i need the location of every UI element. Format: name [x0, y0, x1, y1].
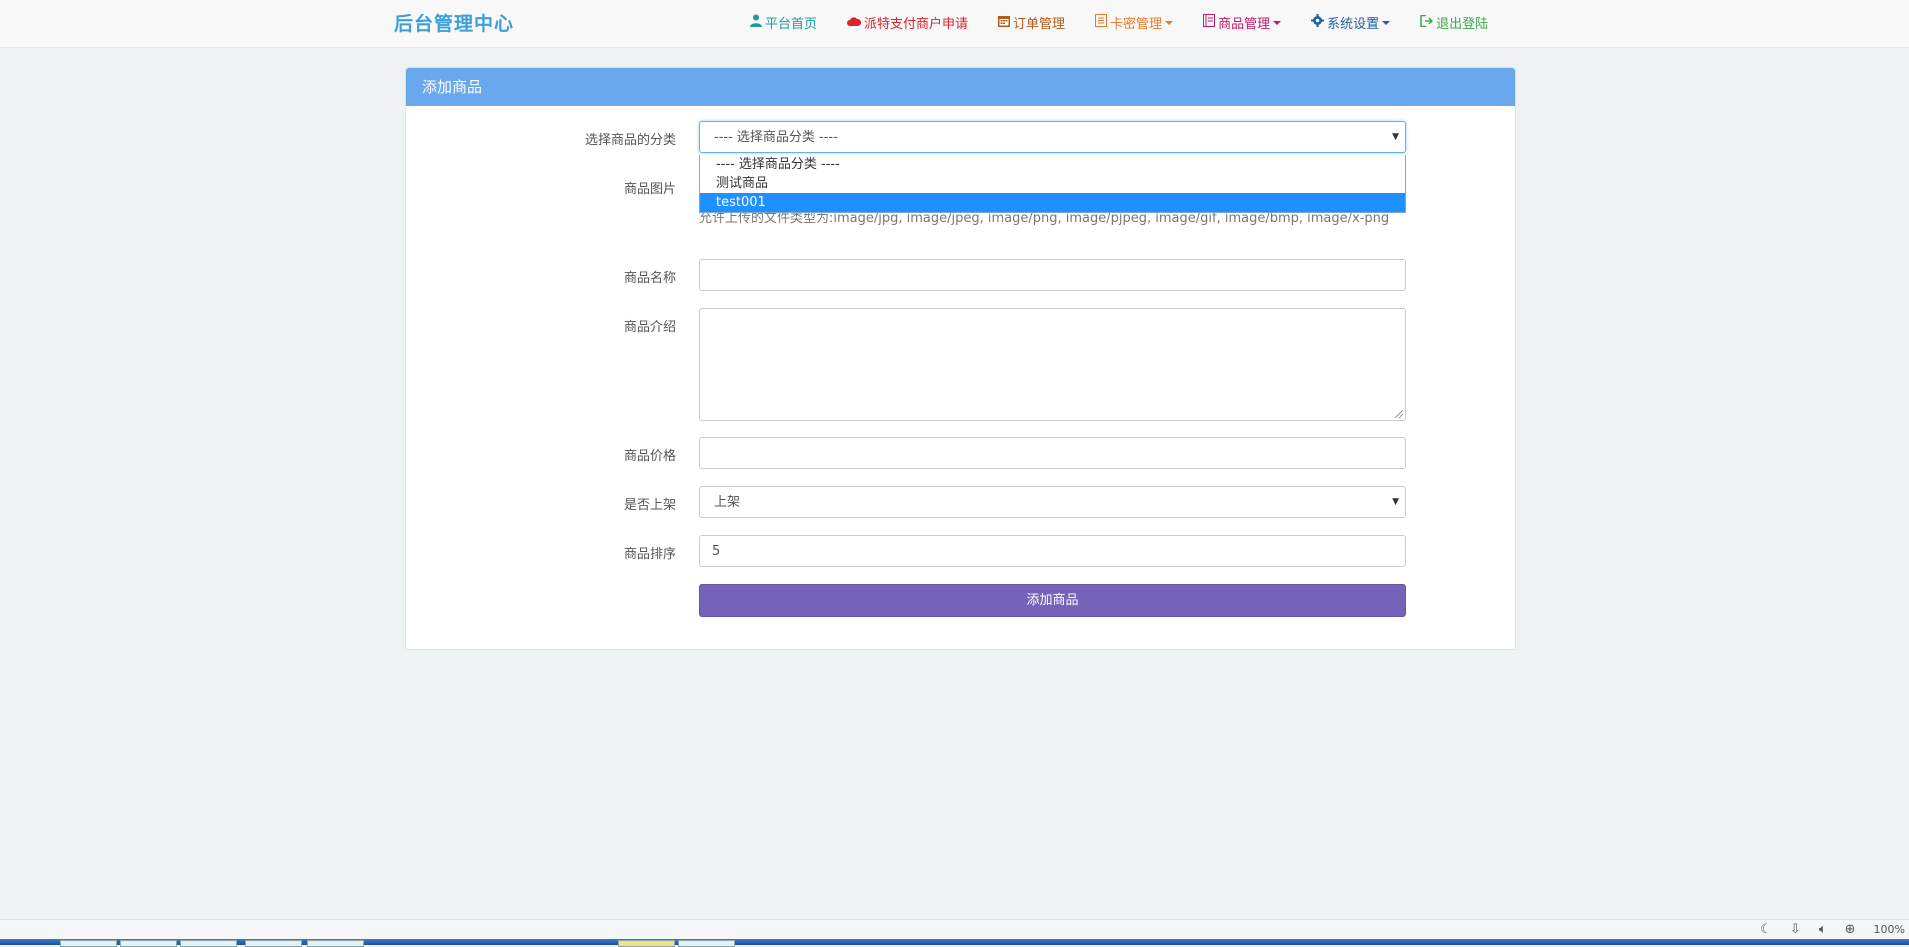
add-product-panel: 添加商品 选择商品的分类 ---- 选择商品分类 ---- ▼ ---- 选择商… [405, 67, 1516, 650]
onsale-select-value: 上架 [714, 495, 741, 510]
taskbar-button[interactable] [60, 940, 117, 947]
sort-label: 商品排序 [623, 547, 676, 562]
taskbar-button[interactable] [618, 940, 675, 947]
nav-logout[interactable]: 退出登陆 [1420, 13, 1488, 32]
category-select-value: ---- 选择商品分类 ---- [714, 130, 838, 145]
chevron-down-icon [1273, 20, 1282, 25]
cloud-icon [847, 15, 862, 30]
nav-settings[interactable]: 系统设置 [1311, 13, 1391, 32]
product-description-textarea[interactable] [699, 308, 1406, 421]
taskbar-button[interactable] [180, 940, 237, 947]
top-navbar: 后台管理中心 平台首页 派特支付商户申请 订单管理 卡密管理 商品管理 系统设置… [0, 0, 1909, 48]
night-mode-icon[interactable]: ☾ [1760, 922, 1772, 937]
calendar-icon [998, 15, 1011, 31]
category-select[interactable]: ---- 选择商品分类 ---- ▼ [699, 121, 1406, 153]
logout-icon [1420, 14, 1434, 31]
onsale-label: 是否上架 [623, 498, 676, 513]
taskbar-button[interactable] [120, 940, 177, 947]
panel-title: 添加商品 [406, 68, 1515, 106]
product-name-input[interactable] [699, 259, 1406, 291]
resize-handle-icon[interactable] [1395, 410, 1403, 418]
product-price-input[interactable] [699, 437, 1406, 469]
zoom-level[interactable]: 100% [1874, 923, 1905, 936]
download-icon[interactable]: ⇩ [1790, 922, 1801, 937]
select-arrow-icon: ▼ [1392, 497, 1399, 507]
taskbar-button[interactable] [307, 940, 364, 947]
brand-title[interactable]: 后台管理中心 [394, 9, 514, 36]
product-sort-input[interactable]: 5 [699, 535, 1406, 567]
nav-home[interactable]: 平台首页 [750, 13, 817, 32]
category-option[interactable]: ---- 选择商品分类 ---- [700, 155, 1405, 174]
nav-logout-label: 退出登陆 [1436, 17, 1489, 32]
chevron-down-icon [1382, 20, 1391, 25]
category-dropdown-list: ---- 选择商品分类 ---- 测试商品 test001 [699, 155, 1406, 213]
zoom-icon[interactable]: ⊕ [1845, 922, 1856, 937]
user-icon [750, 14, 762, 31]
nav-orders[interactable]: 订单管理 [998, 13, 1065, 32]
image-label: 商品图片 [623, 182, 676, 197]
price-label: 商品价格 [623, 449, 676, 464]
category-label: 选择商品的分类 [584, 133, 676, 148]
list-icon [1095, 14, 1108, 31]
gear-icon [1311, 14, 1325, 31]
nav-home-label: 平台首页 [765, 17, 818, 32]
nav-settings-label: 系统设置 [1327, 17, 1380, 32]
nav-card-keys-label: 卡密管理 [1110, 17, 1163, 32]
taskbar-button[interactable] [678, 940, 735, 947]
description-label: 商品介绍 [623, 320, 676, 335]
os-taskbar [0, 939, 1909, 947]
category-option[interactable]: test001 [700, 193, 1405, 212]
browser-status-bar: ☾ ⇩ 🔈︎ ⊕ 100% [0, 919, 1909, 940]
nav-card-keys[interactable]: 卡密管理 [1095, 13, 1174, 32]
book-icon [1203, 14, 1216, 31]
main-nav: 平台首页 派特支付商户申请 订单管理 卡密管理 商品管理 系统设置 退出登陆 [750, 13, 1518, 32]
status-icons: ☾ ⇩ 🔈︎ ⊕ 100% [1760, 922, 1909, 937]
category-option[interactable]: 测试商品 [700, 174, 1405, 193]
onsale-select[interactable]: 上架 ▼ [699, 486, 1406, 518]
nav-merchant-apply-label: 派特支付商户申请 [864, 17, 969, 32]
nav-products-label: 商品管理 [1218, 17, 1271, 32]
nav-merchant-apply[interactable]: 派特支付商户申请 [847, 13, 968, 32]
nav-products[interactable]: 商品管理 [1203, 13, 1282, 32]
name-label: 商品名称 [623, 271, 676, 286]
select-arrow-icon: ▼ [1392, 132, 1399, 142]
chevron-down-icon [1165, 20, 1174, 25]
add-product-button[interactable]: 添加商品 [699, 584, 1406, 617]
nav-orders-label: 订单管理 [1013, 17, 1066, 32]
speaker-icon[interactable]: 🔈︎ [1819, 922, 1827, 937]
taskbar-button[interactable] [245, 940, 302, 947]
